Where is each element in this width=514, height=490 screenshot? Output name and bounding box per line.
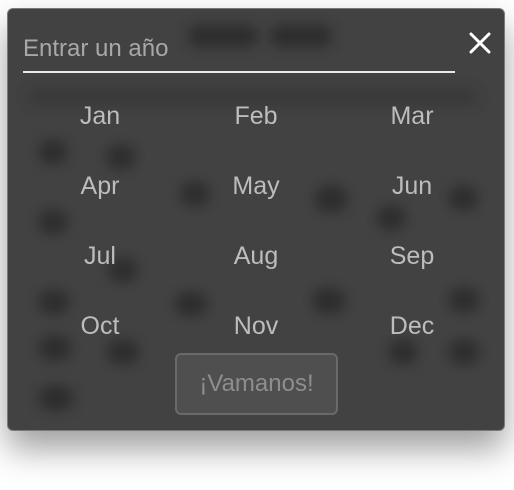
month-year-picker-popup: Jan Feb Mar Apr May Jun Jul Aug Sep Oct … [7, 8, 505, 431]
month-feb[interactable]: Feb [178, 81, 334, 151]
month-sep[interactable]: Sep [334, 221, 490, 291]
month-grid: Jan Feb Mar Apr May Jun Jul Aug Sep Oct … [22, 81, 490, 361]
month-apr[interactable]: Apr [22, 151, 178, 221]
month-jun[interactable]: Jun [334, 151, 490, 221]
month-jan[interactable]: Jan [22, 81, 178, 151]
month-oct[interactable]: Oct [22, 291, 178, 361]
stage: Jan Feb Mar Apr May Jun Jul Aug Sep Oct … [0, 0, 514, 490]
year-input[interactable] [23, 31, 455, 73]
close-button[interactable] [464, 27, 496, 59]
month-may[interactable]: May [178, 151, 334, 221]
submit-button[interactable]: ¡Vamanos! [175, 353, 338, 415]
month-aug[interactable]: Aug [178, 221, 334, 291]
month-nov[interactable]: Nov [178, 291, 334, 361]
close-icon [469, 32, 491, 54]
month-dec[interactable]: Dec [334, 291, 490, 361]
picker-content: Jan Feb Mar Apr May Jun Jul Aug Sep Oct … [8, 9, 504, 430]
month-mar[interactable]: Mar [334, 81, 490, 151]
month-jul[interactable]: Jul [22, 221, 178, 291]
